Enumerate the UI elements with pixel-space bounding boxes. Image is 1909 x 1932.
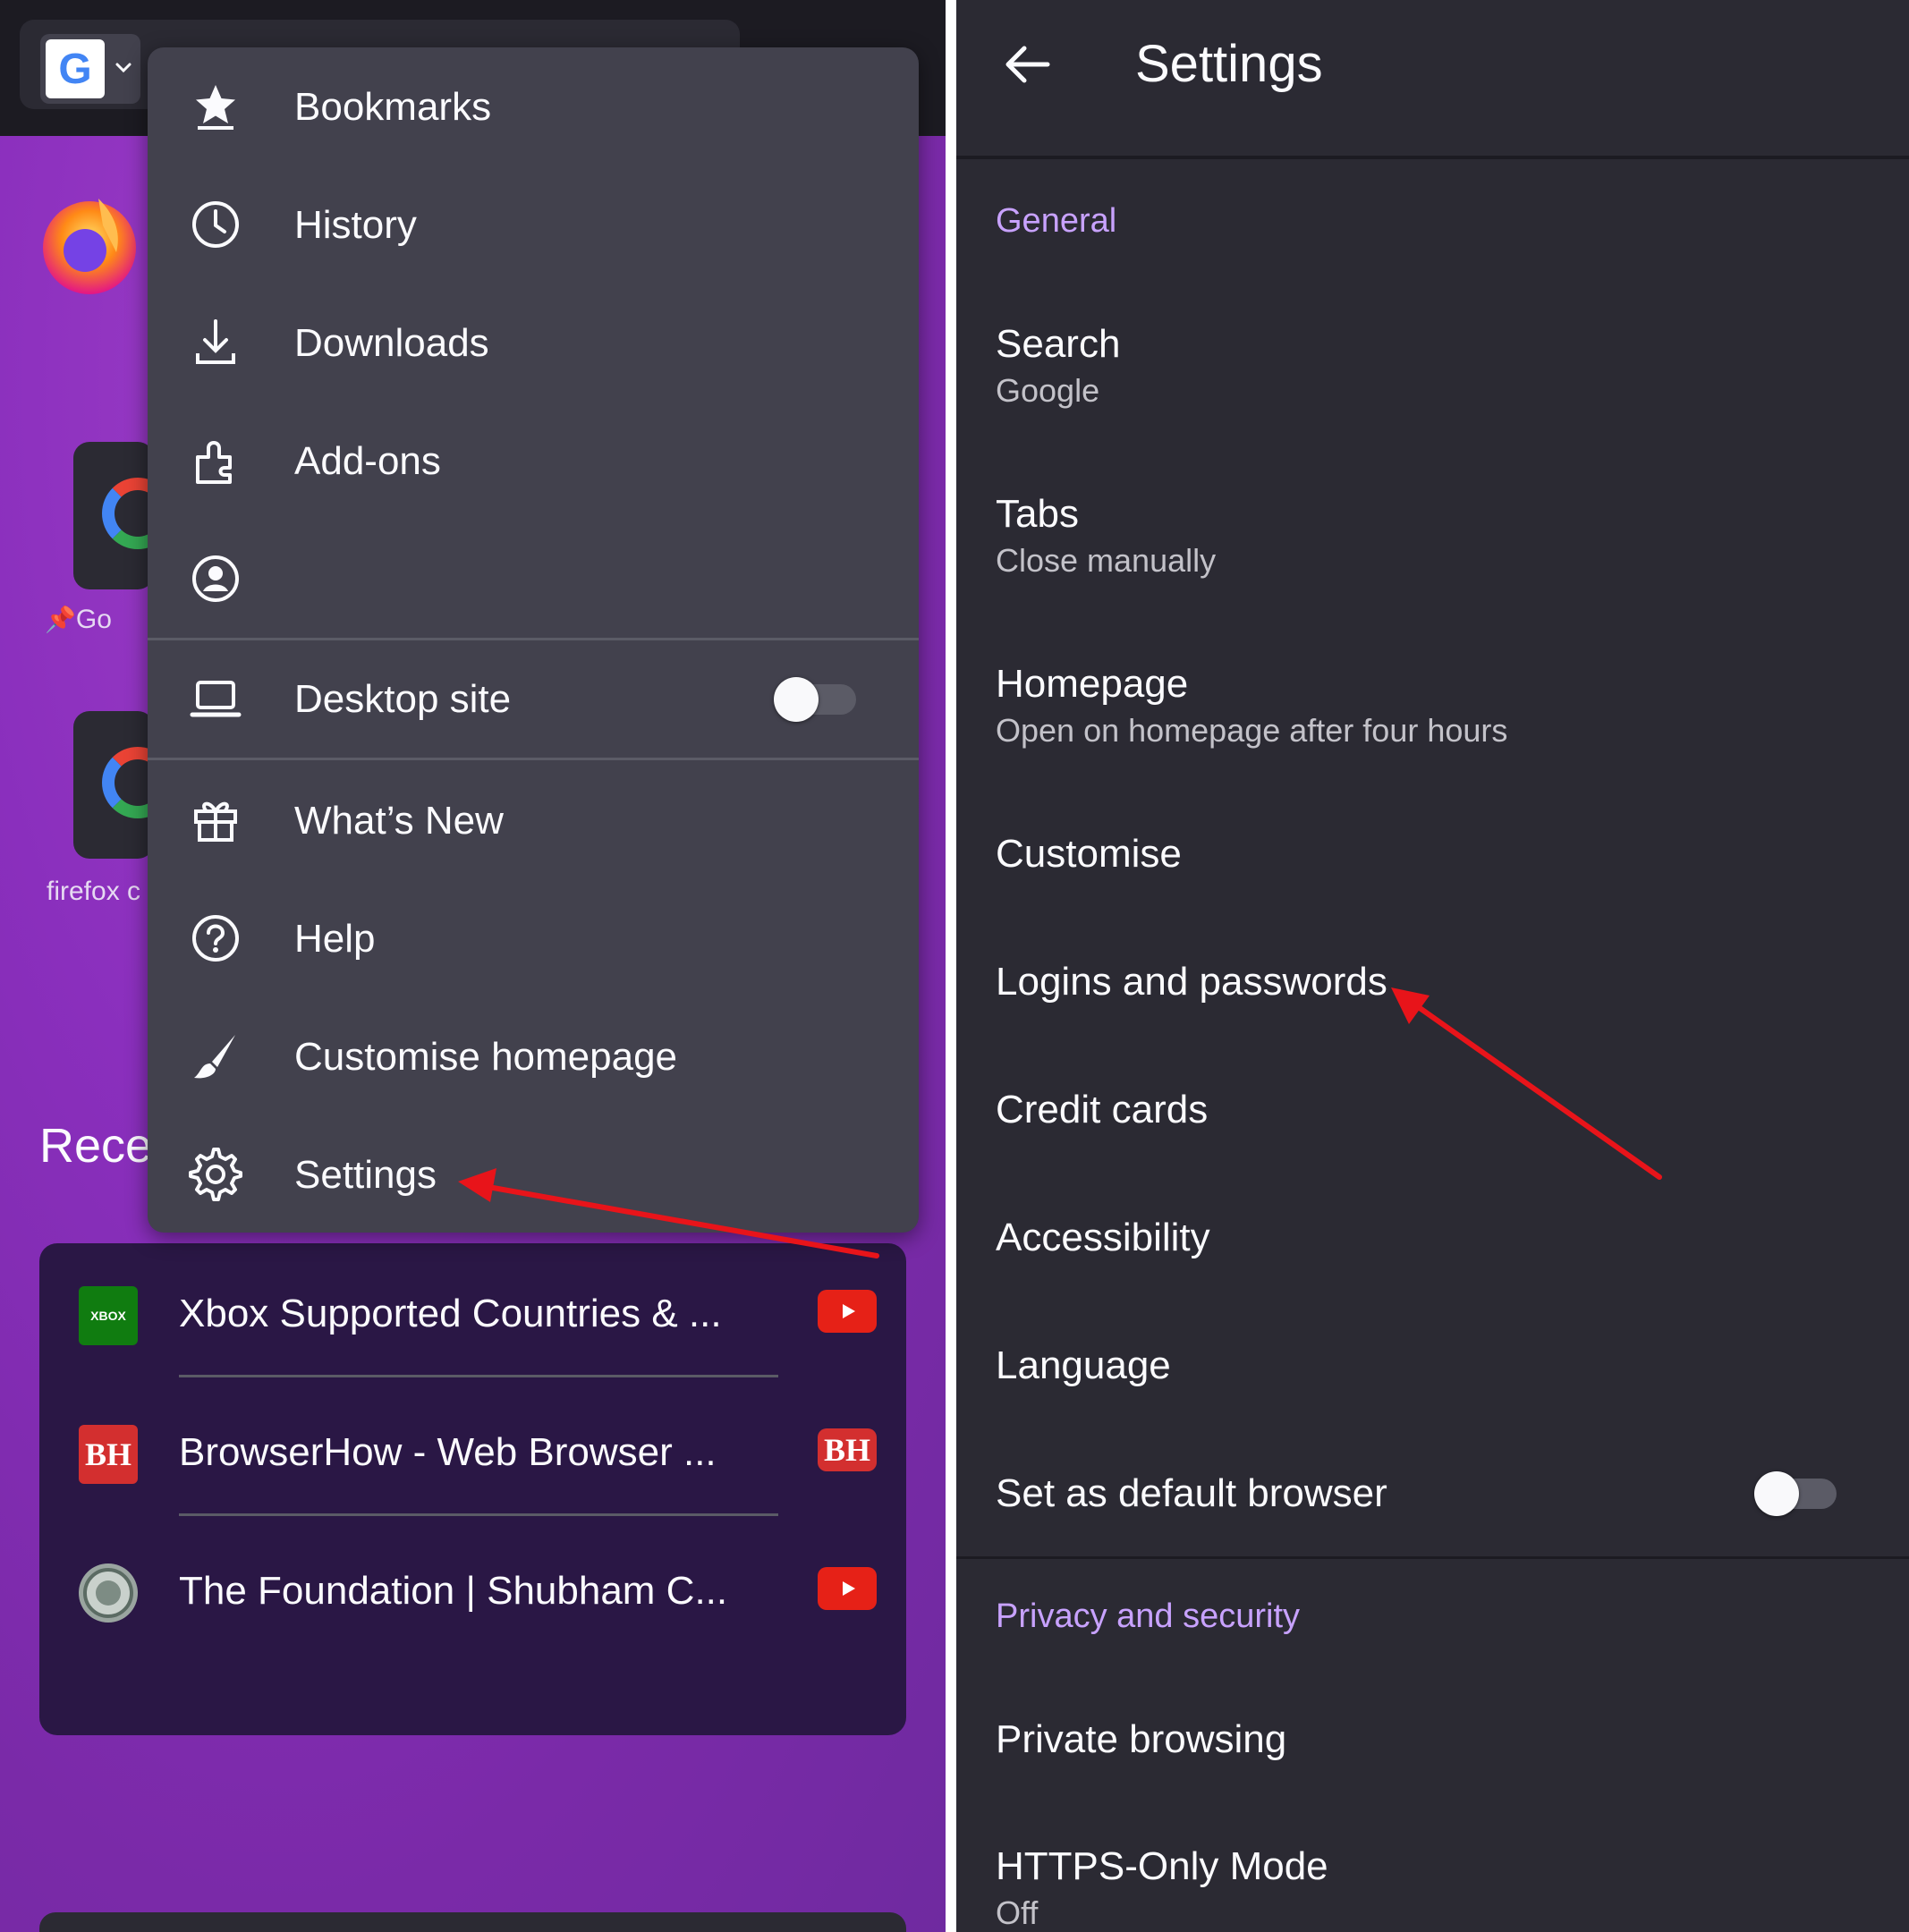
item-title: Tabs [996,492,1079,536]
bottom-card-edge [39,1912,906,1932]
menu-item-label: Help [294,917,376,961]
main-menu: Bookmarks History Downloads Add-ons Desk… [148,47,919,1233]
gear-icon [189,1148,242,1201]
menu-item-label: Desktop site [294,677,512,721]
item-title: Set as default browser [996,1471,1387,1515]
item-title: Credit cards [996,1088,1209,1131]
menu-item-bookmarks[interactable]: Bookmarks [148,47,919,165]
youtube-icon [818,1567,877,1610]
recent-tab-title: BrowserHow - Web Browser ... [179,1430,717,1474]
menu-item-label: What’s New [294,799,504,843]
puzzle-icon [196,441,232,484]
settings-item-homepage[interactable]: Homepage Open on homepage after four hou… [996,662,1872,750]
firefox-logo-icon [43,199,136,294]
menu-item-label: History [294,203,417,247]
settings-app-bar: Settings [956,0,1909,159]
menu-item-whats-new[interactable]: What’s New [148,761,919,879]
menu-item-help[interactable]: Help [148,879,919,997]
section-header-general: General [996,202,1117,240]
item-title: HTTPS-Only Mode [996,1844,1328,1888]
star-icon [196,85,235,130]
recent-tab-title: The Foundation | Shubham C... [179,1569,728,1613]
item-subtitle: Google [996,372,1100,409]
toggle-knob [1754,1471,1799,1516]
settings-item-search[interactable]: Search Google [996,322,1872,410]
row-divider [179,1513,778,1516]
browser-home-screen: G 📌Go firefox c Rece XBOX Xbox Supported… [0,0,946,1932]
section-header-privacy: Privacy and security [996,1597,1301,1635]
back-arrow-icon[interactable] [999,36,1056,93]
youtube-icon [818,1290,877,1333]
pin-icon: 📌 [45,606,76,633]
menu-item-account[interactable] [148,520,919,638]
top-site-tile[interactable] [73,442,174,589]
recent-tab-title: Xbox Supported Countries & ... [179,1292,722,1335]
menu-item-addons[interactable]: Add-ons [148,402,919,520]
settings-screen: Settings General Search Google Tabs Clos… [956,0,1909,1932]
search-engine-selector[interactable]: G [40,34,140,104]
bh-favicon-icon: BH [79,1425,138,1484]
help-icon [192,915,239,962]
settings-item-logins[interactable]: Logins and passwords [996,960,1872,1004]
recent-tab-row[interactable]: The Foundation | Shubham C... [39,1521,906,1655]
item-title: Homepage [996,662,1189,706]
menu-item-settings[interactable]: Settings [148,1115,919,1233]
item-title: Private browsing [996,1717,1287,1761]
settings-item-language[interactable]: Language [996,1343,1872,1388]
menu-item-label: Settings [294,1153,437,1197]
google-icon: G [46,39,105,98]
toggle-knob [774,677,819,722]
settings-item-private-browsing[interactable]: Private browsing [996,1717,1872,1762]
menu-item-desktop-site[interactable]: Desktop site [148,640,919,758]
settings-item-credit-cards[interactable]: Credit cards [996,1088,1872,1132]
recent-tabs-card: XBOX Xbox Supported Countries & ... BH B… [39,1243,906,1735]
brush-icon [194,1035,235,1079]
settings-item-default-browser[interactable]: Set as default browser [996,1471,1872,1516]
section-divider [956,1556,1909,1559]
settings-item-tabs[interactable]: Tabs Close manually [996,492,1872,580]
menu-item-label: Downloads [294,321,489,365]
xbox-favicon-icon: XBOX [79,1286,138,1345]
seal-favicon-icon [79,1563,138,1623]
clock-icon [192,201,239,248]
page-title: Settings [1135,35,1323,93]
item-title: Language [996,1343,1171,1387]
item-title: Accessibility [996,1216,1210,1259]
item-subtitle: Close manually [996,542,1217,579]
item-title: Search [996,322,1121,366]
recent-tab-row[interactable]: XBOX Xbox Supported Countries & ... [39,1243,906,1377]
top-site-label: firefox c [47,877,141,906]
menu-item-label: Bookmarks [294,85,492,129]
menu-item-label: Add-ons [294,439,441,483]
settings-item-customise[interactable]: Customise [996,832,1872,877]
menu-item-label: Customise homepage [294,1035,678,1079]
download-icon [196,319,235,364]
chevron-down-icon [115,63,132,73]
top-site-tile[interactable] [73,711,174,859]
menu-item-history[interactable]: History [148,165,919,284]
settings-item-https-only[interactable]: HTTPS-Only Mode Off [996,1844,1872,1932]
item-title: Logins and passwords [996,960,1387,1004]
panel-divider [946,0,956,1932]
recent-section-heading: Rece [39,1119,153,1173]
laptop-icon [190,681,242,717]
item-title: Customise [996,832,1182,876]
desktop-site-toggle[interactable] [774,677,856,722]
account-icon [192,555,239,602]
top-site-label: 📌Go [45,605,112,634]
gift-icon [194,801,237,842]
item-subtitle: Open on homepage after four hours [996,712,1508,749]
menu-item-customise-homepage[interactable]: Customise homepage [148,997,919,1115]
menu-divider [148,758,919,760]
row-divider [179,1375,778,1377]
item-subtitle: Off [996,1894,1039,1931]
bh-icon: BH [818,1428,877,1471]
menu-item-downloads[interactable]: Downloads [148,284,919,402]
default-browser-toggle[interactable] [1754,1471,1837,1516]
settings-item-accessibility[interactable]: Accessibility [996,1216,1872,1260]
recent-tab-row[interactable]: BH BrowserHow - Web Browser ... BH [39,1382,906,1516]
